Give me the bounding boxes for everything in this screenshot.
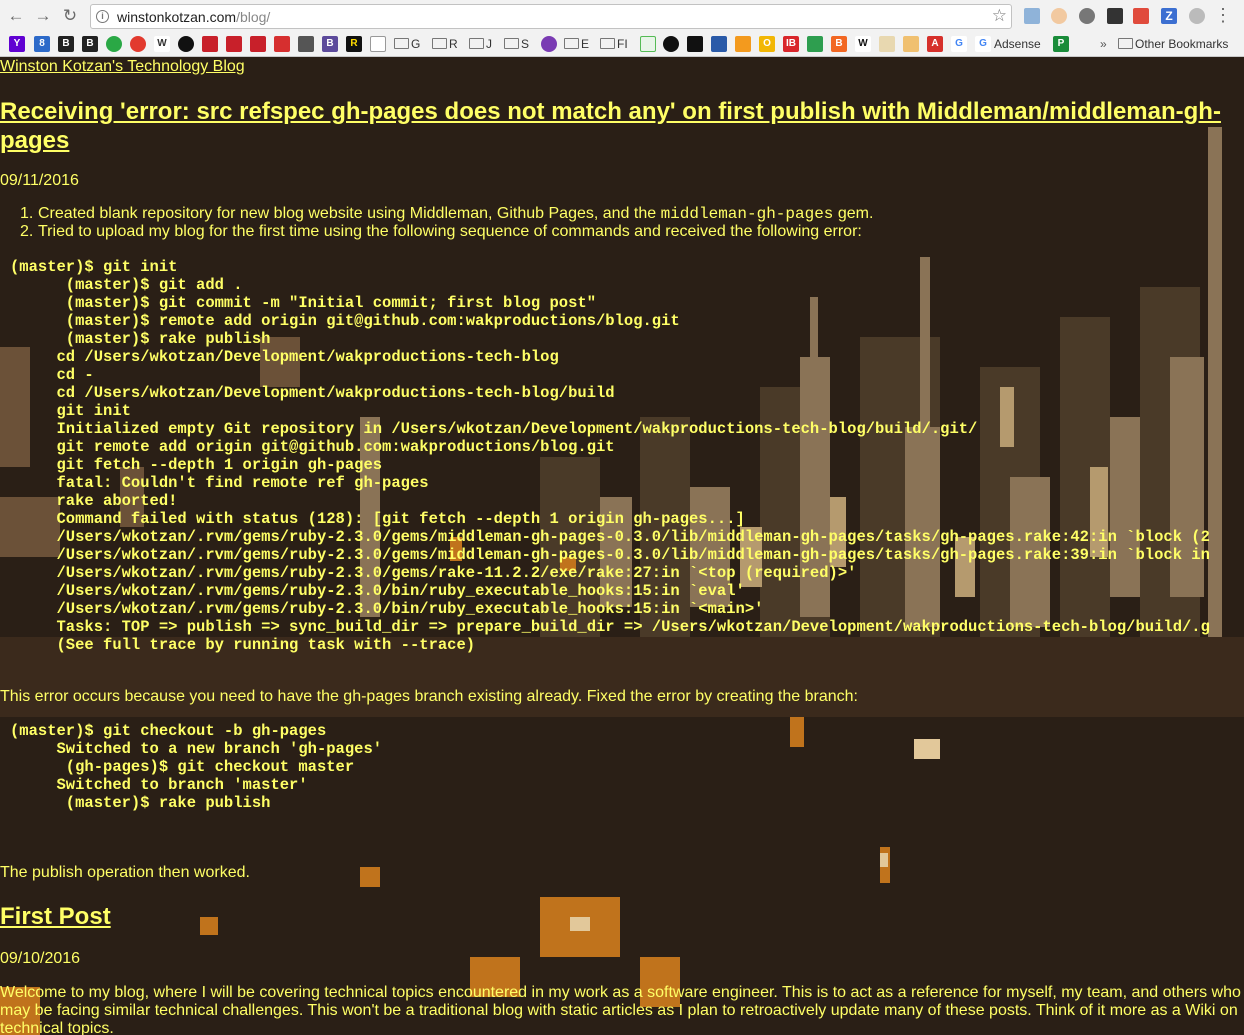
folder-icon xyxy=(469,38,484,49)
bookmark-figure-icon[interactable] xyxy=(879,36,895,52)
folder-label: E xyxy=(581,37,590,51)
bookmark-p-icon[interactable]: P xyxy=(1053,36,1069,52)
bookmark-ruby3-icon[interactable] xyxy=(250,36,266,52)
step-text: gem. xyxy=(833,205,874,222)
steps-list: 1. Created blank repository for new blog … xyxy=(20,205,874,241)
list-item: 1. Created blank repository for new blog … xyxy=(20,205,874,223)
web-page: Winston Kotzan's Technology Blog Receivi… xyxy=(0,57,1244,1035)
folder-icon xyxy=(504,38,519,49)
folder-label: FI xyxy=(617,37,628,51)
bookmark-github-icon[interactable] xyxy=(178,36,194,52)
bookmark-google-icon[interactable]: G xyxy=(951,36,967,52)
post-title-link[interactable]: Receiving 'error: src refspec gh-pages d… xyxy=(0,97,1240,155)
bookmark-leaf-icon[interactable] xyxy=(807,36,823,52)
folder-label: G xyxy=(411,37,421,51)
browser-menu-icon[interactable]: ⋮ xyxy=(1214,5,1232,25)
folder-icon xyxy=(394,38,409,49)
bookmark-folder-j[interactable]: J xyxy=(469,37,492,53)
bookmark-chart-icon[interactable] xyxy=(687,36,703,52)
post-date: 09/10/2016 xyxy=(0,950,81,967)
post-date: 09/11/2016 xyxy=(0,172,79,189)
bookmarks-bar: Y 8 B B W B R G R J S E FI O IB B W A G … xyxy=(0,33,1244,55)
explanation-paragraph: This error occurs because you need to ha… xyxy=(0,688,858,705)
step-text: Created blank repository for new blog we… xyxy=(38,205,661,222)
error-code-block: (master)$ git init (master)$ git add . (… xyxy=(10,258,1210,654)
gem-name-code: middleman-gh-pages xyxy=(660,205,834,223)
forward-arrow-icon[interactable]: → xyxy=(33,6,53,26)
back-arrow-icon[interactable]: ← xyxy=(6,6,26,26)
browser-chrome: ← → ↻ i winstonkotzan.com/blog/ ☆ Z ⋮ Y … xyxy=(0,0,1244,57)
bookmark-adsense-label[interactable]: Adsense xyxy=(994,37,1041,51)
bookmark-page-icon[interactable] xyxy=(370,36,386,52)
bookmark-folder-other[interactable]: Other Bookmarks xyxy=(1118,37,1228,53)
bookmark-folder-g[interactable]: G xyxy=(394,37,420,53)
bookmark-folder-e[interactable]: E xyxy=(564,37,589,53)
bookmark-b-icon[interactable]: B xyxy=(58,36,74,52)
bookmark-blogger-icon[interactable]: B xyxy=(831,36,847,52)
post-title-link[interactable]: First Post xyxy=(0,902,1240,931)
bookmark-check-icon[interactable] xyxy=(640,36,656,52)
folder-icon xyxy=(432,38,447,49)
url-host: winstonkotzan.com xyxy=(117,9,237,25)
bookmark-orange-icon[interactable] xyxy=(735,36,751,52)
browser-toolbar: ← → ↻ i winstonkotzan.com/blog/ ☆ Z ⋮ xyxy=(0,0,1244,33)
folder-label: R xyxy=(449,37,458,51)
extension-puzzle-icon[interactable] xyxy=(1079,8,1095,24)
list-item: 2. Tried to upload my blog for the first … xyxy=(20,223,862,240)
extension-z-icon[interactable]: Z xyxy=(1161,8,1177,24)
bookmark-folder-fi[interactable]: FI xyxy=(600,37,628,53)
bookmark-b2-icon[interactable]: B xyxy=(82,36,98,52)
step-text: Tried to upload my blog for the first ti… xyxy=(38,223,862,240)
bookmark-r-icon[interactable]: R xyxy=(346,36,362,52)
reload-icon[interactable]: ↻ xyxy=(60,6,80,26)
bookmark-star-icon[interactable]: ☆ xyxy=(992,6,1007,26)
bookmark-puzzle-icon[interactable] xyxy=(298,36,314,52)
bookmark-folder-s[interactable]: S xyxy=(504,37,529,53)
address-bar[interactable]: i winstonkotzan.com/blog/ ☆ xyxy=(90,4,1012,29)
bookmark-folder-r[interactable]: R xyxy=(432,37,458,53)
bookmark-ruby-icon[interactable] xyxy=(202,36,218,52)
folder-icon xyxy=(564,38,579,49)
bookmark-yahoo-icon[interactable]: Y xyxy=(9,36,25,52)
bookmark-rails-icon[interactable] xyxy=(274,36,290,52)
bookmark-o-icon[interactable]: O xyxy=(759,36,775,52)
bookmarks-overflow-icon[interactable]: » xyxy=(1100,37,1107,51)
bookmark-thumb-icon[interactable] xyxy=(903,36,919,52)
bookmark-blue-icon[interactable]: 8 xyxy=(34,36,50,52)
site-title-link[interactable]: Winston Kotzan's Technology Blog xyxy=(0,58,245,76)
extension-color-icon[interactable] xyxy=(1133,8,1149,24)
bookmark-mountain-icon[interactable] xyxy=(711,36,727,52)
folder-icon xyxy=(600,38,615,49)
address-url[interactable]: winstonkotzan.com/blog/ xyxy=(117,9,270,25)
extension-cloud-icon[interactable] xyxy=(1189,8,1205,24)
bookmark-w2-icon[interactable]: W xyxy=(855,36,871,52)
conclusion-paragraph: The publish operation then worked. xyxy=(0,864,250,881)
folder-label: S xyxy=(521,37,530,51)
extension-dark-icon[interactable] xyxy=(1107,8,1123,24)
bookmark-ib-icon[interactable]: IB xyxy=(783,36,799,52)
bookmark-purple-icon[interactable] xyxy=(541,36,557,52)
bookmark-dark-circle-icon[interactable] xyxy=(663,36,679,52)
bookmark-w-icon[interactable]: W xyxy=(154,36,170,52)
site-info-icon[interactable]: i xyxy=(96,10,109,23)
folder-icon xyxy=(1118,38,1133,49)
folder-label: Other Bookmarks xyxy=(1135,37,1229,51)
folder-label: J xyxy=(486,37,492,51)
post-body-paragraph: Welcome to my blog, where I will be cove… xyxy=(0,984,1241,1035)
bookmark-adsense-icon[interactable]: G xyxy=(975,36,991,52)
bookmark-angular-icon[interactable]: A xyxy=(927,36,943,52)
url-path: /blog/ xyxy=(236,9,271,25)
bookmark-red-circle-icon[interactable] xyxy=(130,36,146,52)
bookmark-ruby2-icon[interactable] xyxy=(226,36,242,52)
fix-code-block: (master)$ git checkout -b gh-pages Switc… xyxy=(10,722,383,812)
extension-screen-icon[interactable] xyxy=(1024,8,1040,24)
bookmark-bootstrap-icon[interactable]: B xyxy=(322,36,338,52)
extension-face-icon[interactable] xyxy=(1051,8,1067,24)
bookmark-green-icon[interactable] xyxy=(106,36,122,52)
